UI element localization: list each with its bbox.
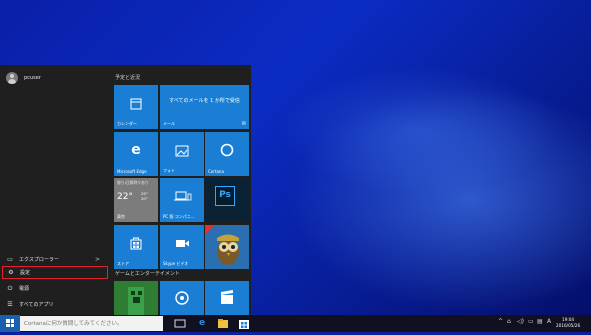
tile-label: Microsoft Edge — [117, 169, 147, 174]
start-menu: pcuser ▭ エクスプローラー > ⚙ 設定 ⏻ 電源 ☰ すべてのアプリ … — [0, 65, 251, 315]
tile-movies[interactable] — [205, 281, 249, 315]
tile-pc-companion[interactable]: PC 版 コンパニ... — [160, 178, 204, 222]
chevron-right-icon: > — [94, 256, 100, 263]
weather-condition: 曇り/日照時々あり — [117, 180, 149, 185]
store-bag-icon — [130, 237, 142, 250]
tile-area: 予定と近況 カレンダー すべてのメールを 1 か所で受信 メール ✉ e Mic… — [112, 65, 251, 315]
laptop-phone-icon — [174, 191, 192, 201]
tile-mail[interactable]: すべてのメールを 1 か所で受信 メール ✉ — [160, 85, 249, 129]
edge-icon[interactable]: e — [195, 317, 209, 330]
tile-label: ストア — [117, 261, 129, 266]
ime-indicator[interactable]: A — [547, 318, 551, 325]
tile-game[interactable] — [205, 225, 249, 269]
start-left-column: pcuser ▭ エクスプローラー > ⚙ 設定 ⏻ 電源 ☰ すべてのアプリ — [0, 65, 110, 315]
menu-item-power[interactable]: ⏻ 電源 — [2, 282, 108, 295]
task-view-icon[interactable] — [173, 317, 187, 330]
weather-temp: 22° — [117, 192, 133, 202]
clock-date: 2016/05/26 — [556, 323, 581, 328]
gear-icon: ⚙ — [8, 269, 14, 276]
tile-label: フォト — [163, 168, 175, 173]
weather-city: 東京 — [117, 214, 125, 219]
tile-label: カレンダー — [117, 121, 137, 126]
tile-calendar[interactable]: カレンダー — [114, 85, 158, 129]
keyboard-icon[interactable]: ▭ — [528, 318, 534, 325]
tile-photos[interactable]: フォト — [160, 132, 204, 176]
tile-label: Skype ビデオ — [163, 261, 189, 266]
tile-photoshop[interactable]: Ps — [205, 178, 249, 222]
minecraft-icon — [128, 287, 144, 315]
start-button[interactable] — [0, 315, 20, 332]
menu-item-settings[interactable]: ⚙ 設定 — [2, 266, 108, 279]
owl-game-icon — [205, 225, 239, 265]
tray-overflow-icon[interactable]: ^ — [498, 318, 503, 325]
tile-label: Cortana — [208, 169, 224, 174]
menu-item-label: 設定 — [20, 270, 31, 276]
edge-icon: e — [131, 142, 141, 158]
folder-icon: ▭ — [7, 256, 13, 263]
clock[interactable]: 19:04 2016/05/26 — [556, 317, 580, 329]
group-label-games: ゲームとエンターテイメント — [115, 271, 180, 277]
explorer-icon[interactable] — [216, 317, 230, 330]
tile-groove-music[interactable] — [160, 281, 204, 315]
clapperboard-icon — [221, 290, 233, 304]
list-icon: ☰ — [7, 301, 13, 308]
weather-low: 20° — [141, 196, 148, 201]
video-camera-icon — [176, 240, 189, 247]
calendar-icon — [130, 98, 142, 110]
photo-icon — [175, 145, 189, 157]
search-input[interactable] — [24, 318, 159, 329]
menu-item-all-apps[interactable]: ☰ すべてのアプリ — [2, 298, 108, 311]
network-icon[interactable]: ⌂ — [507, 318, 511, 325]
menu-item-explorer[interactable]: ▭ エクスプローラー > — [2, 253, 108, 266]
mail-icon: ✉ — [241, 121, 246, 127]
mail-message: すべてのメールを 1 か所で受信 — [169, 98, 240, 104]
tile-weather[interactable]: 曇り/日照時々あり 22° 25° 20° 東京 — [114, 178, 158, 222]
cortana-circle-icon — [220, 143, 234, 157]
power-icon: ⏻ — [7, 284, 13, 292]
notification-icon[interactable]: ▤ — [537, 318, 543, 325]
volume-icon[interactable]: ◁) — [517, 318, 524, 325]
windows-logo-icon — [6, 319, 14, 327]
tile-skype-video[interactable]: Skype ビデオ — [160, 225, 204, 269]
tile-minecraft[interactable] — [114, 281, 158, 315]
tile-edge[interactable]: e Microsoft Edge — [114, 132, 158, 176]
menu-item-label: すべてのアプリ — [19, 302, 54, 308]
cortana-search-box[interactable] — [20, 316, 163, 331]
weather-high-low: 25° 20° — [141, 191, 148, 201]
tile-label: PC 版 コンパニ... — [163, 214, 195, 219]
user-name: pcuser — [24, 75, 41, 81]
taskbar: e ^ ⌂ ◁) ▭ ▤ A 19:04 2016/05/26 — [0, 315, 591, 332]
tile-cortana[interactable]: Cortana — [205, 132, 249, 176]
group-label-schedule: 予定と近況 — [115, 75, 141, 81]
menu-item-label: 電源 — [19, 286, 30, 292]
avatar — [6, 72, 18, 84]
photoshop-icon: Ps — [215, 186, 235, 206]
store-icon[interactable] — [237, 317, 251, 330]
groove-music-icon — [175, 291, 189, 305]
user-account[interactable]: pcuser — [6, 71, 41, 85]
tile-store[interactable]: ストア — [114, 225, 158, 269]
tile-label: メール — [163, 121, 175, 126]
menu-item-label: エクスプローラー — [19, 257, 59, 263]
